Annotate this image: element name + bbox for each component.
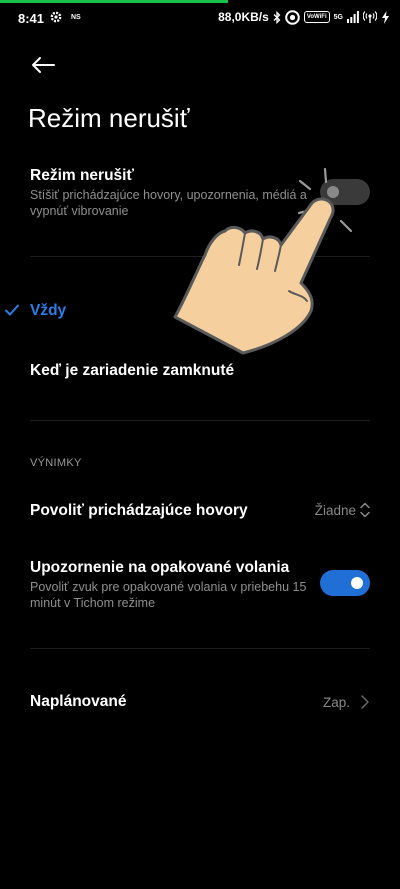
checkmark-icon (5, 304, 19, 316)
divider (30, 648, 370, 649)
vowifi-icon: VoWiFi (303, 11, 330, 23)
section-header-exceptions: VÝNIMKY (30, 457, 82, 469)
ns-indicator: NS (71, 14, 81, 21)
charging-icon (382, 10, 389, 24)
bluetooth-icon (273, 10, 281, 24)
gear-icon (50, 11, 62, 23)
repeat-calls-subtitle-line1: Povoliť zvuk pre opakované volania v pri… (30, 580, 307, 594)
repeat-calls-title: Upozornenie na opakované volania (30, 559, 290, 576)
chevron-right-icon (361, 695, 369, 709)
dnd-subtitle-line2: vypnúť vibrovanie (30, 204, 129, 218)
toggle-knob (351, 577, 363, 589)
dnd-title: Režim nerušiť (30, 167, 134, 184)
status-time: 8:41 (18, 11, 45, 26)
up-down-chevron-icon (360, 502, 370, 518)
status-bar: 8:41 NS 88,0KB/s VoWiFi 5G (0, 0, 400, 36)
page-title: Režim nerušiť (28, 103, 190, 133)
hotspot-icon (363, 11, 377, 23)
allow-calls-label: Povoliť prichádzajúce hovory (30, 502, 248, 519)
signal-icon (347, 11, 359, 23)
option-always[interactable]: Vždy (30, 302, 66, 320)
target-icon (285, 9, 300, 25)
allow-calls-value: Žiadne (314, 503, 356, 518)
divider (30, 420, 370, 421)
network-type-label: 5G (333, 13, 343, 21)
repeat-calls-subtitle-line2: minút v Tichom režime (30, 596, 156, 610)
tap-hint-hand-icon (173, 167, 353, 355)
repeat-calls-toggle[interactable] (320, 570, 370, 596)
status-right-group: 88,0KB/s VoWiFi 5G (218, 9, 390, 25)
scheduled-label: Naplánované (30, 693, 127, 710)
network-speed: 88,0KB/s (218, 10, 269, 24)
back-arrow-icon[interactable] (30, 55, 56, 75)
scheduled-value: Zap. (322, 695, 350, 710)
